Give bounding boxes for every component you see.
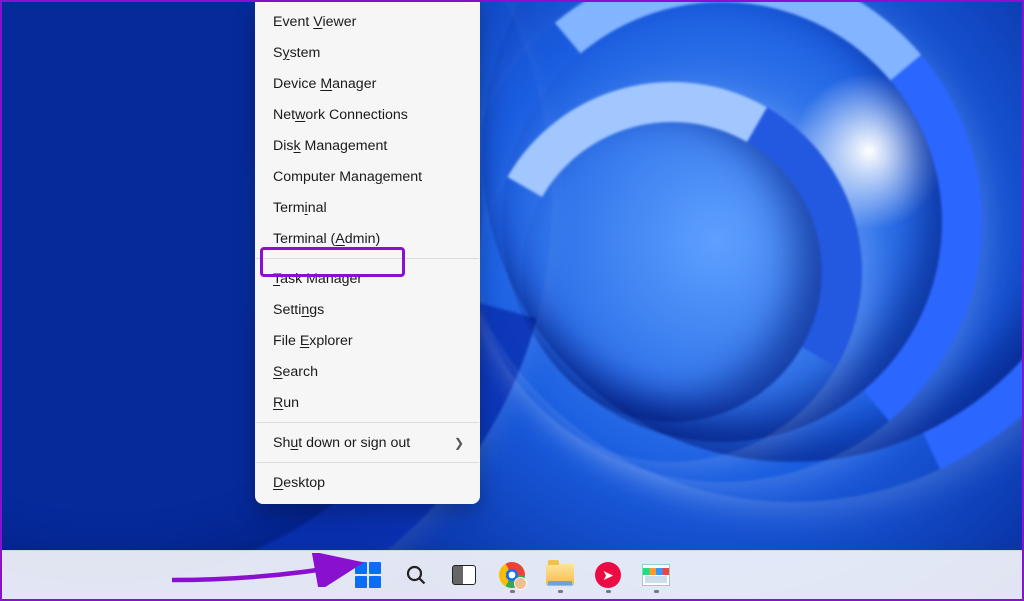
menu-item-system[interactable]: System [255, 37, 480, 68]
chrome-icon [499, 562, 525, 588]
menu-item-run[interactable]: Run [255, 387, 480, 418]
taskbar-search-button[interactable] [396, 555, 436, 595]
control-panel-icon [642, 564, 670, 586]
menu-item-event-viewer[interactable]: Event Viewer [255, 6, 480, 37]
menu-item-network-connections[interactable]: Network Connections [255, 99, 480, 130]
menu-item-shutdown-signout[interactable]: Shut down or sign out ❯ [255, 427, 480, 458]
taskbar-app-chrome[interactable] [492, 555, 532, 595]
menu-item-desktop[interactable]: Desktop [255, 467, 480, 498]
taskbar-app-media[interactable]: ➤ [588, 555, 628, 595]
start-button[interactable] [348, 555, 388, 595]
menu-item-search[interactable]: Search [255, 356, 480, 387]
menu-item-terminal-admin[interactable]: Terminal (Admin) [255, 223, 480, 254]
menu-item-file-explorer[interactable]: File Explorer [255, 325, 480, 356]
folder-icon [546, 564, 574, 586]
menu-item-settings[interactable]: Settings [255, 294, 480, 325]
task-view-icon [452, 565, 476, 585]
taskbar-app-control-panel[interactable] [636, 555, 676, 595]
menu-item-terminal[interactable]: Terminal [255, 192, 480, 223]
menu-item-disk-management[interactable]: Disk Management [255, 130, 480, 161]
menu-item-task-manager[interactable]: Task Manager [255, 263, 480, 294]
menu-separator [256, 422, 479, 423]
taskbar-app-file-explorer[interactable] [540, 555, 580, 595]
menu-item-computer-management[interactable]: Computer Management [255, 161, 480, 192]
menu-separator [256, 258, 479, 259]
chevron-right-icon: ❯ [454, 436, 464, 450]
windows-logo-icon [355, 562, 381, 588]
task-view-button[interactable] [444, 555, 484, 595]
desktop-wallpaper [2, 2, 1022, 599]
start-context-menu: Event Viewer System Device Manager Netwo… [255, 2, 480, 504]
taskbar: ➤ [2, 550, 1022, 599]
screenshot-frame: Event Viewer System Device Manager Netwo… [0, 0, 1024, 601]
media-app-icon: ➤ [595, 562, 621, 588]
menu-item-device-manager[interactable]: Device Manager [255, 68, 480, 99]
menu-separator [256, 462, 479, 463]
search-icon [404, 563, 428, 587]
